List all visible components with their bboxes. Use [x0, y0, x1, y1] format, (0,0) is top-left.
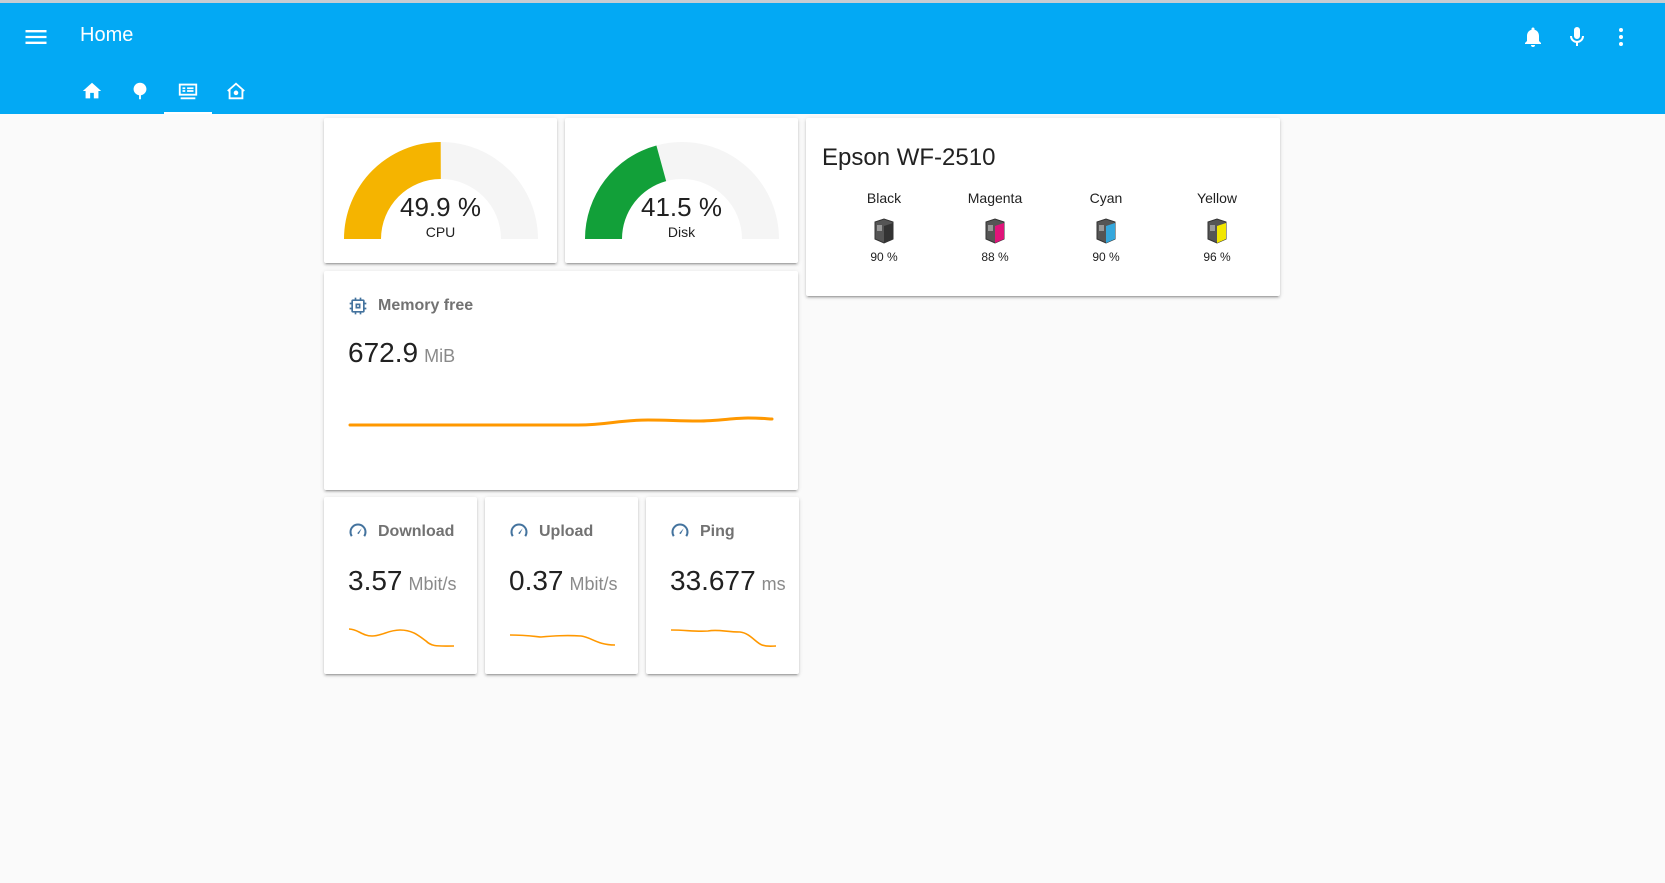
- sensor-name: Ping: [700, 523, 735, 540]
- tab-server[interactable]: [164, 71, 212, 114]
- sensor-card-memory[interactable]: Memory free 672.9 MiB: [324, 271, 798, 490]
- sensor-value: 672.9 MiB: [348, 337, 455, 369]
- ink-name: Magenta: [967, 190, 1023, 206]
- speedometer-icon: [349, 523, 367, 537]
- ink-black[interactable]: Black 90 %: [834, 190, 934, 264]
- gauge-label: Disk: [667, 224, 696, 240]
- microphone-icon[interactable]: [1563, 23, 1591, 51]
- gauge-label: CPU: [425, 224, 456, 240]
- tree-icon: [133, 82, 147, 100]
- sensor-header: Upload: [509, 522, 593, 542]
- ink-cartridge-icon: [1205, 218, 1229, 244]
- sensor-header: Download: [348, 522, 454, 542]
- gauge-card-cpu[interactable]: 49.9 % CPU: [324, 118, 557, 263]
- more-vert-icon[interactable]: [1607, 23, 1635, 51]
- page-title: Home: [80, 24, 134, 46]
- sensor-number: 0.37: [509, 565, 564, 596]
- home-automation-icon: [227, 82, 245, 100]
- ink-name: Yellow: [1197, 190, 1237, 206]
- ping-sparkline: [670, 629, 777, 648]
- sensor-unit: Mbit/s: [569, 574, 618, 594]
- app-toolbar: Home: [0, 3, 1665, 114]
- sensor-header: Ping: [670, 522, 735, 542]
- sensor-number: 3.57: [348, 565, 403, 596]
- sensor-name: Upload: [539, 523, 594, 540]
- sensor-number: 672.9: [348, 337, 419, 368]
- server-network-icon: [178, 83, 198, 100]
- sensor-header: Memory free: [348, 296, 473, 316]
- download-sparkline: [348, 628, 455, 647]
- tab-garden[interactable]: [116, 71, 164, 114]
- gauge-value: 49.9 %: [400, 192, 481, 222]
- upload-sparkline: [509, 634, 616, 646]
- sensor-number: 33.677: [670, 565, 756, 596]
- sensor-unit: ms: [761, 574, 786, 594]
- ink-cartridge-icon: [983, 218, 1007, 244]
- ink-name: Cyan: [1089, 190, 1123, 206]
- speedometer-icon: [510, 523, 528, 537]
- ink-yellow[interactable]: Yellow 96 %: [1167, 190, 1267, 264]
- tab-home-automation[interactable]: [212, 71, 260, 114]
- tab-home[interactable]: [68, 71, 116, 114]
- sensor-card-upload[interactable]: Upload 0.37 Mbit/s: [485, 497, 638, 674]
- ink-cartridge-icon: [1094, 218, 1118, 244]
- sensor-value: 3.57 Mbit/s: [348, 565, 457, 597]
- speedometer-icon: [671, 523, 689, 537]
- ink-cartridge-icon: [872, 218, 896, 244]
- sensor-unit: Mbit/s: [408, 574, 457, 594]
- printer-card: Epson WF-2510 Black 90 % Magenta 88 % Cy…: [806, 118, 1280, 296]
- ink-level: 90 %: [870, 250, 898, 264]
- gauge-value: 41.5 %: [641, 192, 722, 222]
- ink-cyan[interactable]: Cyan 90 %: [1056, 190, 1156, 264]
- toolbar-actions: [1519, 23, 1635, 51]
- ink-level: 88 %: [981, 250, 1009, 264]
- sensor-unit: MiB: [424, 346, 456, 366]
- sensor-card-ping[interactable]: Ping 33.677 ms: [646, 497, 799, 674]
- gauge-card-disk[interactable]: 41.5 % Disk: [565, 118, 798, 263]
- home-icon: [82, 82, 102, 99]
- printer-title: Epson WF-2510: [822, 144, 996, 171]
- sensor-name: Download: [378, 523, 455, 540]
- view-tabs: [68, 71, 260, 114]
- sensor-name: Memory free: [378, 297, 474, 314]
- ink-level: 96 %: [1203, 250, 1231, 264]
- ink-magenta[interactable]: Magenta 88 %: [945, 190, 1045, 264]
- ink-level: 90 %: [1092, 250, 1120, 264]
- menu-icon[interactable]: [22, 23, 50, 51]
- ink-name: Black: [866, 190, 902, 206]
- sensor-value: 0.37 Mbit/s: [509, 565, 618, 597]
- sensor-card-download[interactable]: Download 3.57 Mbit/s: [324, 497, 477, 674]
- sensor-value: 33.677 ms: [670, 565, 786, 597]
- memory-chip-icon: [349, 297, 367, 315]
- bell-icon[interactable]: [1519, 23, 1547, 51]
- memory-sparkline: [348, 416, 774, 427]
